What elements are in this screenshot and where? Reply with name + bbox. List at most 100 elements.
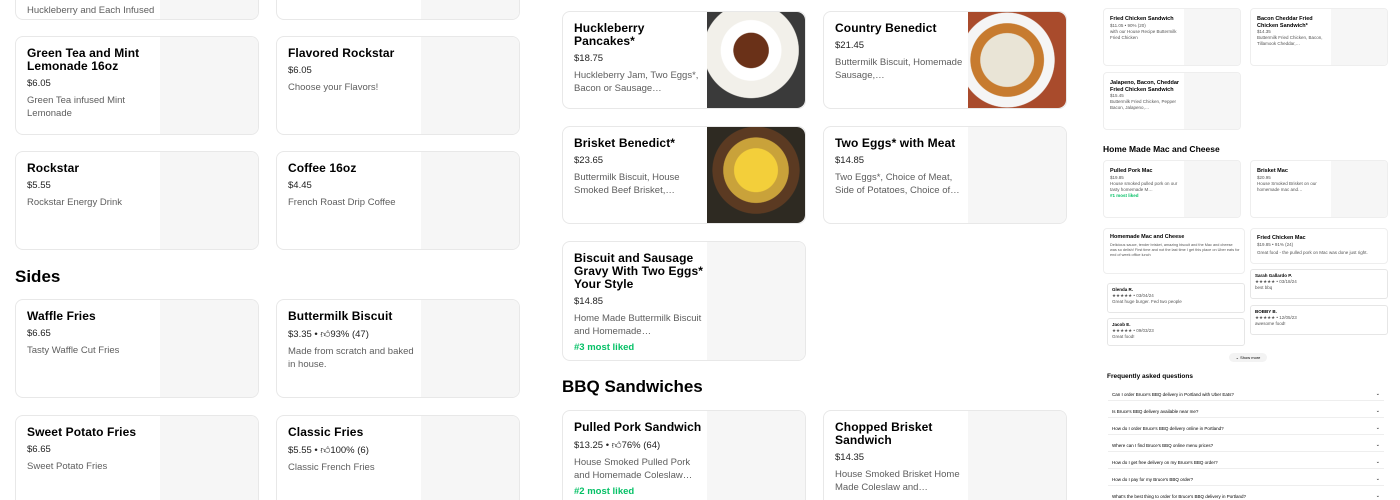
mini-menu-card[interactable]: Jalapeno, Bacon, Cheddar Fried Chicken S… [1103, 72, 1241, 130]
faq-item[interactable]: How do I pay for my Bruce's BBQ order? ⌄ [1108, 473, 1384, 486]
thumbs-up-icon: 👍︎ [611, 440, 622, 451]
item-price: $14.85 [835, 155, 865, 166]
item-price: $21.45 [835, 40, 865, 51]
menu-item-card[interactable]: Huckleberry and Each Infused [15, 0, 259, 20]
review-text: Great food! [1112, 334, 1135, 339]
item-rating: 93% (47) [330, 329, 369, 340]
mini-menu-card[interactable]: Fried Chicken Mac $19.85 • 91% (24) Grea… [1250, 228, 1388, 264]
item-image [707, 127, 805, 223]
faq-item[interactable]: How do I get free delivery on my Bruce's… [1108, 456, 1384, 469]
most-liked-badge: #2 most liked [574, 486, 635, 497]
item-description: Classic French Fries [288, 462, 375, 473]
item-name: Fried Chicken Sandwich [1110, 16, 1174, 22]
faq-item[interactable]: Is Bruce's BBQ delivery available near m… [1108, 405, 1384, 418]
item-description: Buttermilk Biscuit, House Smoked Beef Br… [574, 172, 680, 196]
faq-item[interactable]: What's the best thing to order for Bruce… [1108, 490, 1384, 500]
most-liked-badge: #1 most liked [1110, 192, 1139, 198]
chevron-down-icon: ⌄ [1375, 391, 1380, 397]
menu-item-card[interactable]: Biscuit and Sausage Gravy With Two Eggs*… [562, 241, 806, 361]
review-text: awesome food! [1255, 321, 1286, 326]
menu-item-card[interactable]: Waffle Fries $6.65 Tasty Waffle Cut Frie… [15, 299, 259, 398]
item-price: $6.65 [27, 328, 51, 339]
item-price: $4.45 [288, 180, 312, 191]
item-description: Made from scratch and baked in house. [288, 346, 414, 370]
section-title-mac: Home Made Mac and Cheese [1103, 144, 1220, 154]
item-price: $13.25 [574, 440, 604, 451]
item-description: Choose your Flavors! [288, 82, 379, 93]
item-description: Home Made Buttermilk Biscuit and Homemad… [574, 313, 702, 337]
menu-item-card[interactable] [276, 0, 520, 20]
menu-item-card[interactable]: Sweet Potato Fries $6.65 Sweet Potato Fr… [15, 415, 259, 500]
item-name: Jalapeno, Bacon, Cheddar Fried Chicken S… [1110, 80, 1180, 93]
item-description: House smoked pulled pork on our tasty ho… [1110, 180, 1178, 192]
item-description: Two Eggs*, Choice of Meat, Side of Potat… [835, 172, 960, 196]
faq-question: Can I order Bruce's BBQ delivery in Port… [1112, 391, 1234, 397]
item-description: Buttermilk Fried Chicken, Pepper Bacon, … [1110, 99, 1177, 110]
item-price: $14.85 [574, 296, 604, 307]
menu-item-card[interactable]: Coffee 16oz $4.45 French Roast Drip Coff… [276, 151, 520, 250]
menu-item-card[interactable]: Brisket Benedict* $23.65 Buttermilk Bisc… [562, 126, 806, 224]
item-image [421, 152, 519, 249]
item-image [707, 242, 805, 360]
item-description: House Smoked Brisket Home Made Coleslaw … [835, 469, 960, 493]
review-card: Glenda R. ★★★★★ • 03/04/24 Great huge bu… [1107, 283, 1245, 313]
faq-item[interactable]: How do I order Bruce's BBQ delivery onli… [1108, 422, 1384, 435]
item-image [421, 416, 519, 500]
item-price: $6.05 [27, 78, 51, 89]
review-text: best bbq [1255, 285, 1273, 290]
faq-item[interactable]: Where can I find Bruce's BBQ online menu… [1108, 439, 1384, 452]
most-liked-badge: #3 most liked [574, 342, 635, 353]
menu-item-card[interactable]: Two Eggs* with Meat $14.85 Two Eggs*, Ch… [823, 126, 1067, 224]
review-card: BOBBY B. ★★★★★ • 12/05/23 awesome food! [1250, 305, 1388, 335]
faq-question: How do I order Bruce's BBQ delivery onli… [1112, 425, 1224, 431]
item-name: Huckleberry Pancakes* [574, 21, 645, 48]
item-image [1184, 161, 1240, 217]
item-name: Brisket Benedict* [574, 136, 676, 150]
item-name: Pulled Pork Sandwich [574, 420, 702, 434]
menu-item-card[interactable]: Chopped Brisket Sandwich $14.35 House Sm… [823, 410, 1067, 500]
menu-item-card[interactable]: Huckleberry Pancakes* $18.75 Huckleberry… [562, 11, 806, 109]
item-image [1184, 73, 1240, 129]
review-card: Sarah Gallardo P. ★★★★★ • 03/18/24 best … [1250, 269, 1388, 299]
item-price: $23.65 [574, 155, 604, 166]
chevron-down-icon: ⌄ [1375, 476, 1380, 482]
item-image [968, 12, 1066, 108]
item-image [968, 411, 1066, 500]
item-image [160, 416, 258, 500]
item-image [421, 0, 519, 19]
menu-item-card[interactable]: Green Tea and Mint Lemonade 16oz $6.05 G… [15, 36, 259, 135]
chevron-down-icon: ⌄ [1375, 425, 1380, 431]
mini-menu-card[interactable]: Fried Chicken Sandwich $11.05 • 90% (20)… [1103, 8, 1241, 66]
show-more-label: Show more [1240, 355, 1261, 360]
mini-menu-card[interactable]: Brisket Mac $20.95 House Smoked Brisket … [1250, 160, 1388, 218]
thumbs-up-icon: 👍︎ [320, 445, 331, 456]
menu-item-card[interactable]: Rockstar $5.55 Rockstar Energy Drink [15, 151, 259, 250]
item-name: Classic Fries [288, 425, 364, 439]
item-name: Buttermilk Biscuit [288, 309, 393, 323]
menu-item-card[interactable]: Flavored Rockstar $6.05 Choose your Flav… [276, 36, 520, 135]
mini-menu-card[interactable]: Homemade Mac and Cheese Delicious sauce,… [1103, 228, 1245, 274]
item-description: Buttermilk Biscuit, Homemade Sausage,… [835, 57, 963, 81]
item-description: Huckleberry Jam, Two Eggs*, Bacon or Sau… [574, 70, 699, 94]
show-more-button[interactable]: ⌄ Show more [1229, 353, 1267, 362]
menu-item-card[interactable]: Buttermilk Biscuit $3.35 • 👍︎93% (47) Ma… [276, 299, 520, 398]
item-price-rating: $5.55 • 👍︎100% (6) [288, 445, 369, 456]
item-name: Chopped Brisket Sandwich [835, 420, 933, 447]
item-description: Green Tea infused Mint Lemonade [27, 95, 126, 119]
mini-menu-card[interactable]: Bacon Cheddar Fried Chicken Sandwich* $1… [1250, 8, 1388, 66]
item-price: $14.35 [835, 452, 865, 463]
faq-title: Frequently asked questions [1107, 373, 1193, 380]
faq-item[interactable]: Can I order Bruce's BBQ delivery in Port… [1108, 388, 1384, 401]
chevron-down-icon: ⌄ [1375, 493, 1380, 499]
item-image [421, 37, 519, 134]
item-description: French Roast Drip Coffee [288, 197, 396, 208]
chevron-down-icon: ⌄ [1235, 355, 1239, 360]
menu-item-card[interactable]: Country Benedict $21.45 Buttermilk Biscu… [823, 11, 1067, 109]
item-name: Green Tea and Mint Lemonade 16oz [27, 46, 140, 73]
menu-item-card[interactable]: Pulled Pork Sandwich $13.25 • 👍︎76% (64)… [562, 410, 806, 500]
item-description: House Smoked Brisket on our homemade mac… [1257, 180, 1317, 192]
item-rating: 100% (6) [330, 445, 369, 456]
item-name: Coffee 16oz [288, 161, 357, 175]
mini-menu-card[interactable]: Pulled Pork Mac $19.85 House smoked pull… [1103, 160, 1241, 218]
menu-item-card[interactable]: Classic Fries $5.55 • 👍︎100% (6) Classic… [276, 415, 520, 500]
